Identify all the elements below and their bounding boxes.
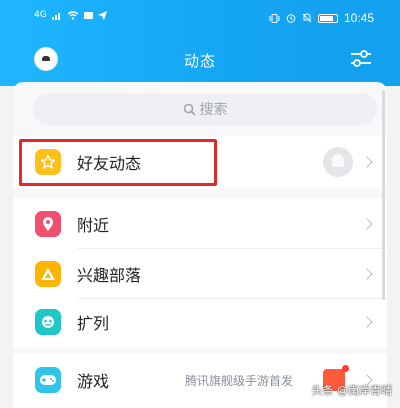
mute-icon <box>302 13 312 23</box>
chevron-right-icon <box>361 218 373 230</box>
page-title: 动态 <box>183 52 216 70</box>
triangle-icon <box>35 261 61 287</box>
status-time: 10:45 <box>343 11 374 25</box>
list-item-interest-tribe[interactable]: 兴趣部落 <box>13 248 387 300</box>
list-item-label: 游戏 <box>77 372 110 391</box>
location-pin-icon <box>35 211 61 237</box>
status-right: 10:45 <box>269 11 374 25</box>
search-icon <box>183 103 196 116</box>
notification-dot <box>342 364 349 372</box>
scrollbar[interactable] <box>382 90 385 300</box>
bubble-icon <box>35 309 61 335</box>
watermark: 头条 @南岸青晴 <box>311 384 393 397</box>
status-bar: 4G 10:45 <box>0 0 400 30</box>
games-group: 游戏 腾讯旗舰级手游首发 <box>13 354 387 408</box>
chevron-right-icon <box>361 156 373 168</box>
signal-indicator: 4G <box>34 10 47 20</box>
notification-icon <box>83 12 93 19</box>
list-item-label: 扩列 <box>77 314 110 333</box>
list-item-label: 附近 <box>77 216 110 235</box>
list-item-expand-list[interactable]: 扩列 <box>13 296 387 348</box>
list-item-label: 兴趣部落 <box>77 266 142 285</box>
vibrate-icon <box>269 13 280 23</box>
search-bar[interactable]: 搜索 <box>33 93 377 125</box>
discover-group: 附近 兴趣部落 扩列 <box>13 198 387 348</box>
games-subtitle: 腾讯旗舰级手游首发 <box>184 373 293 388</box>
alarm-icon <box>286 14 296 23</box>
gamepad-icon <box>35 367 61 393</box>
list-item-games[interactable]: 游戏 腾讯旗舰级手游首发 <box>13 354 387 406</box>
highlight-box <box>19 139 217 186</box>
signal-bars-icon <box>51 13 60 20</box>
status-left: 4G <box>34 11 107 20</box>
sliders-icon[interactable] <box>350 49 372 69</box>
send-icon <box>97 11 107 20</box>
search-placeholder: 搜索 <box>199 102 228 118</box>
top-header: 4G 10:45 动态 <box>0 0 400 86</box>
list-item-nearby[interactable]: 附近 <box>13 198 387 250</box>
chevron-right-icon <box>361 316 373 328</box>
chevron-right-icon <box>361 268 373 280</box>
wifi-icon <box>67 11 79 20</box>
friend-avatar <box>323 147 353 177</box>
battery-icon <box>317 13 338 23</box>
